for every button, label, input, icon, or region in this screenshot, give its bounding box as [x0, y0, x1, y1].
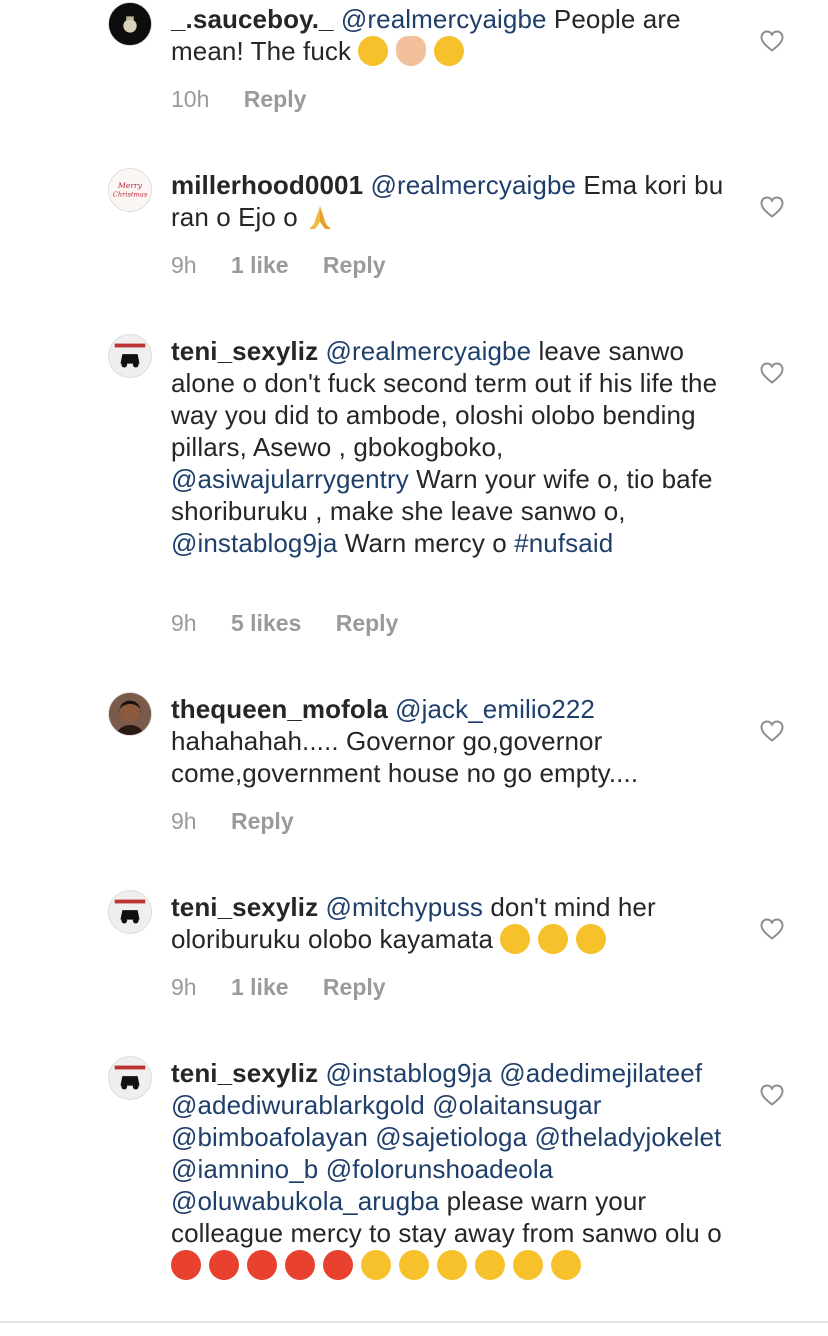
- reply-button[interactable]: Reply: [244, 86, 307, 113]
- reply-button[interactable]: Reply: [336, 610, 399, 637]
- mention-link[interactable]: @adedimejilateef: [499, 1058, 702, 1088]
- heart-icon[interactable]: [760, 196, 784, 218]
- grimace-icon: [551, 1250, 581, 1280]
- comment-body: @instablog9ja @adedimejilateef @adediwur…: [171, 1058, 722, 1280]
- comment-text: thequeen_mofola @jack_emilio222 hahahaha…: [171, 693, 731, 789]
- comment-username[interactable]: teni_sexyliz: [171, 892, 318, 922]
- comment-meta: 10h Reply: [171, 86, 334, 113]
- mention-link[interactable]: @instablog9ja: [326, 1058, 492, 1088]
- mention-link[interactable]: @realmercyaigbe: [370, 170, 576, 200]
- angry-icon: [247, 1250, 277, 1280]
- comment-meta: 9h 1 like Reply: [171, 252, 414, 279]
- angry-icon: [285, 1250, 315, 1280]
- grimace-icon: [513, 1250, 543, 1280]
- reply-button[interactable]: Reply: [323, 252, 386, 279]
- comment-text: teni_sexyliz @realmercyaigbe leave sanwo…: [171, 335, 731, 559]
- comment-time: 9h: [171, 610, 197, 636]
- mention-link[interactable]: @sajetiologa: [375, 1122, 527, 1152]
- avatar[interactable]: [108, 2, 152, 46]
- bottom-divider: [0, 1321, 828, 1323]
- comment-text: millerhood0001 @realmercyaigbe Ema kori …: [171, 169, 731, 233]
- comment-meta: 9h 1 like Reply: [171, 974, 414, 1001]
- smirk-icon: [500, 924, 531, 954]
- avatar[interactable]: [108, 1056, 152, 1100]
- comment-username[interactable]: teni_sexyliz: [171, 1058, 318, 1088]
- heart-icon[interactable]: [760, 720, 784, 742]
- mention-link[interactable]: @iamnino_b: [171, 1154, 318, 1184]
- laugh-icon: [358, 36, 389, 66]
- angry-icon: [209, 1250, 239, 1280]
- facepalm-icon: [396, 36, 427, 66]
- mention-link[interactable]: @instablog9ja: [171, 528, 337, 558]
- mention-link[interactable]: @asiwajularrygentry: [171, 464, 409, 494]
- comment-time: 9h: [171, 974, 197, 1000]
- reply-button[interactable]: Reply: [231, 808, 294, 835]
- mention-link[interactable]: @oluwabukola_arugba: [171, 1186, 439, 1216]
- avatar[interactable]: [108, 692, 152, 736]
- comment-text: teni_sexyliz @mitchypuss don't mind her …: [171, 891, 731, 955]
- grimace-icon: [399, 1250, 429, 1280]
- angry-icon: [323, 1250, 353, 1280]
- grimace-icon: [437, 1250, 467, 1280]
- mention-link[interactable]: @bimboafolayan: [171, 1122, 368, 1152]
- comment-text: _.sauceboy._ @realmercyaigbe People are …: [171, 3, 731, 67]
- mention-link[interactable]: @realmercyaigbe: [326, 336, 532, 366]
- comment-time: 10h: [171, 86, 210, 112]
- comment-meta: 9h 5 likes Reply: [171, 610, 426, 637]
- grimace-icon: [361, 1250, 391, 1280]
- avatar[interactable]: [108, 890, 152, 934]
- comment-time: 9h: [171, 808, 197, 834]
- mention-link[interactable]: @adediwurablarkgold: [171, 1090, 425, 1120]
- mention-link[interactable]: @realmercyaigbe: [341, 4, 547, 34]
- heart-icon[interactable]: [760, 30, 784, 52]
- comment-text: teni_sexyliz @instablog9ja @adedimejilat…: [171, 1057, 731, 1281]
- like-count[interactable]: 5 likes: [231, 610, 301, 637]
- mention-link[interactable]: @mitchypuss: [326, 892, 484, 922]
- comment-body: @realmercyaigbe leave sanwo alone o don'…: [171, 336, 718, 558]
- comment-time: 9h: [171, 252, 197, 278]
- mention-link[interactable]: @jack_emilio222: [395, 694, 595, 724]
- comment-meta: 9h Reply: [171, 808, 322, 835]
- comment-username[interactable]: millerhood0001: [171, 170, 363, 200]
- reply-button[interactable]: Reply: [323, 974, 386, 1001]
- svg-text:Merry: Merry: [117, 181, 143, 190]
- heart-icon[interactable]: [760, 1084, 784, 1106]
- comment-username[interactable]: thequeen_mofola: [171, 694, 388, 724]
- angry-icon: [171, 1250, 201, 1280]
- smirk-icon: [538, 924, 569, 954]
- mention-link[interactable]: @theladyjokelet: [534, 1122, 721, 1152]
- mention-link[interactable]: @olaitansugar: [432, 1090, 601, 1120]
- comment-username[interactable]: _.sauceboy._: [171, 4, 334, 34]
- comment-username[interactable]: teni_sexyliz: [171, 336, 318, 366]
- avatar[interactable]: [108, 334, 152, 378]
- smirk-icon: [576, 924, 607, 954]
- svg-text:Christmas: Christmas: [113, 191, 148, 199]
- heart-icon[interactable]: [760, 918, 784, 940]
- like-count[interactable]: 1 like: [231, 974, 289, 1001]
- laugh-icon: [434, 36, 465, 66]
- avatar[interactable]: Merry Christmas: [108, 168, 152, 212]
- mention-link[interactable]: @folorunshoadeola: [326, 1154, 554, 1184]
- hashtag-link[interactable]: #nufsaid: [514, 528, 613, 558]
- like-count[interactable]: 1 like: [231, 252, 289, 279]
- grimace-icon: [475, 1250, 505, 1280]
- pray-icon: [305, 202, 335, 232]
- heart-icon[interactable]: [760, 362, 784, 384]
